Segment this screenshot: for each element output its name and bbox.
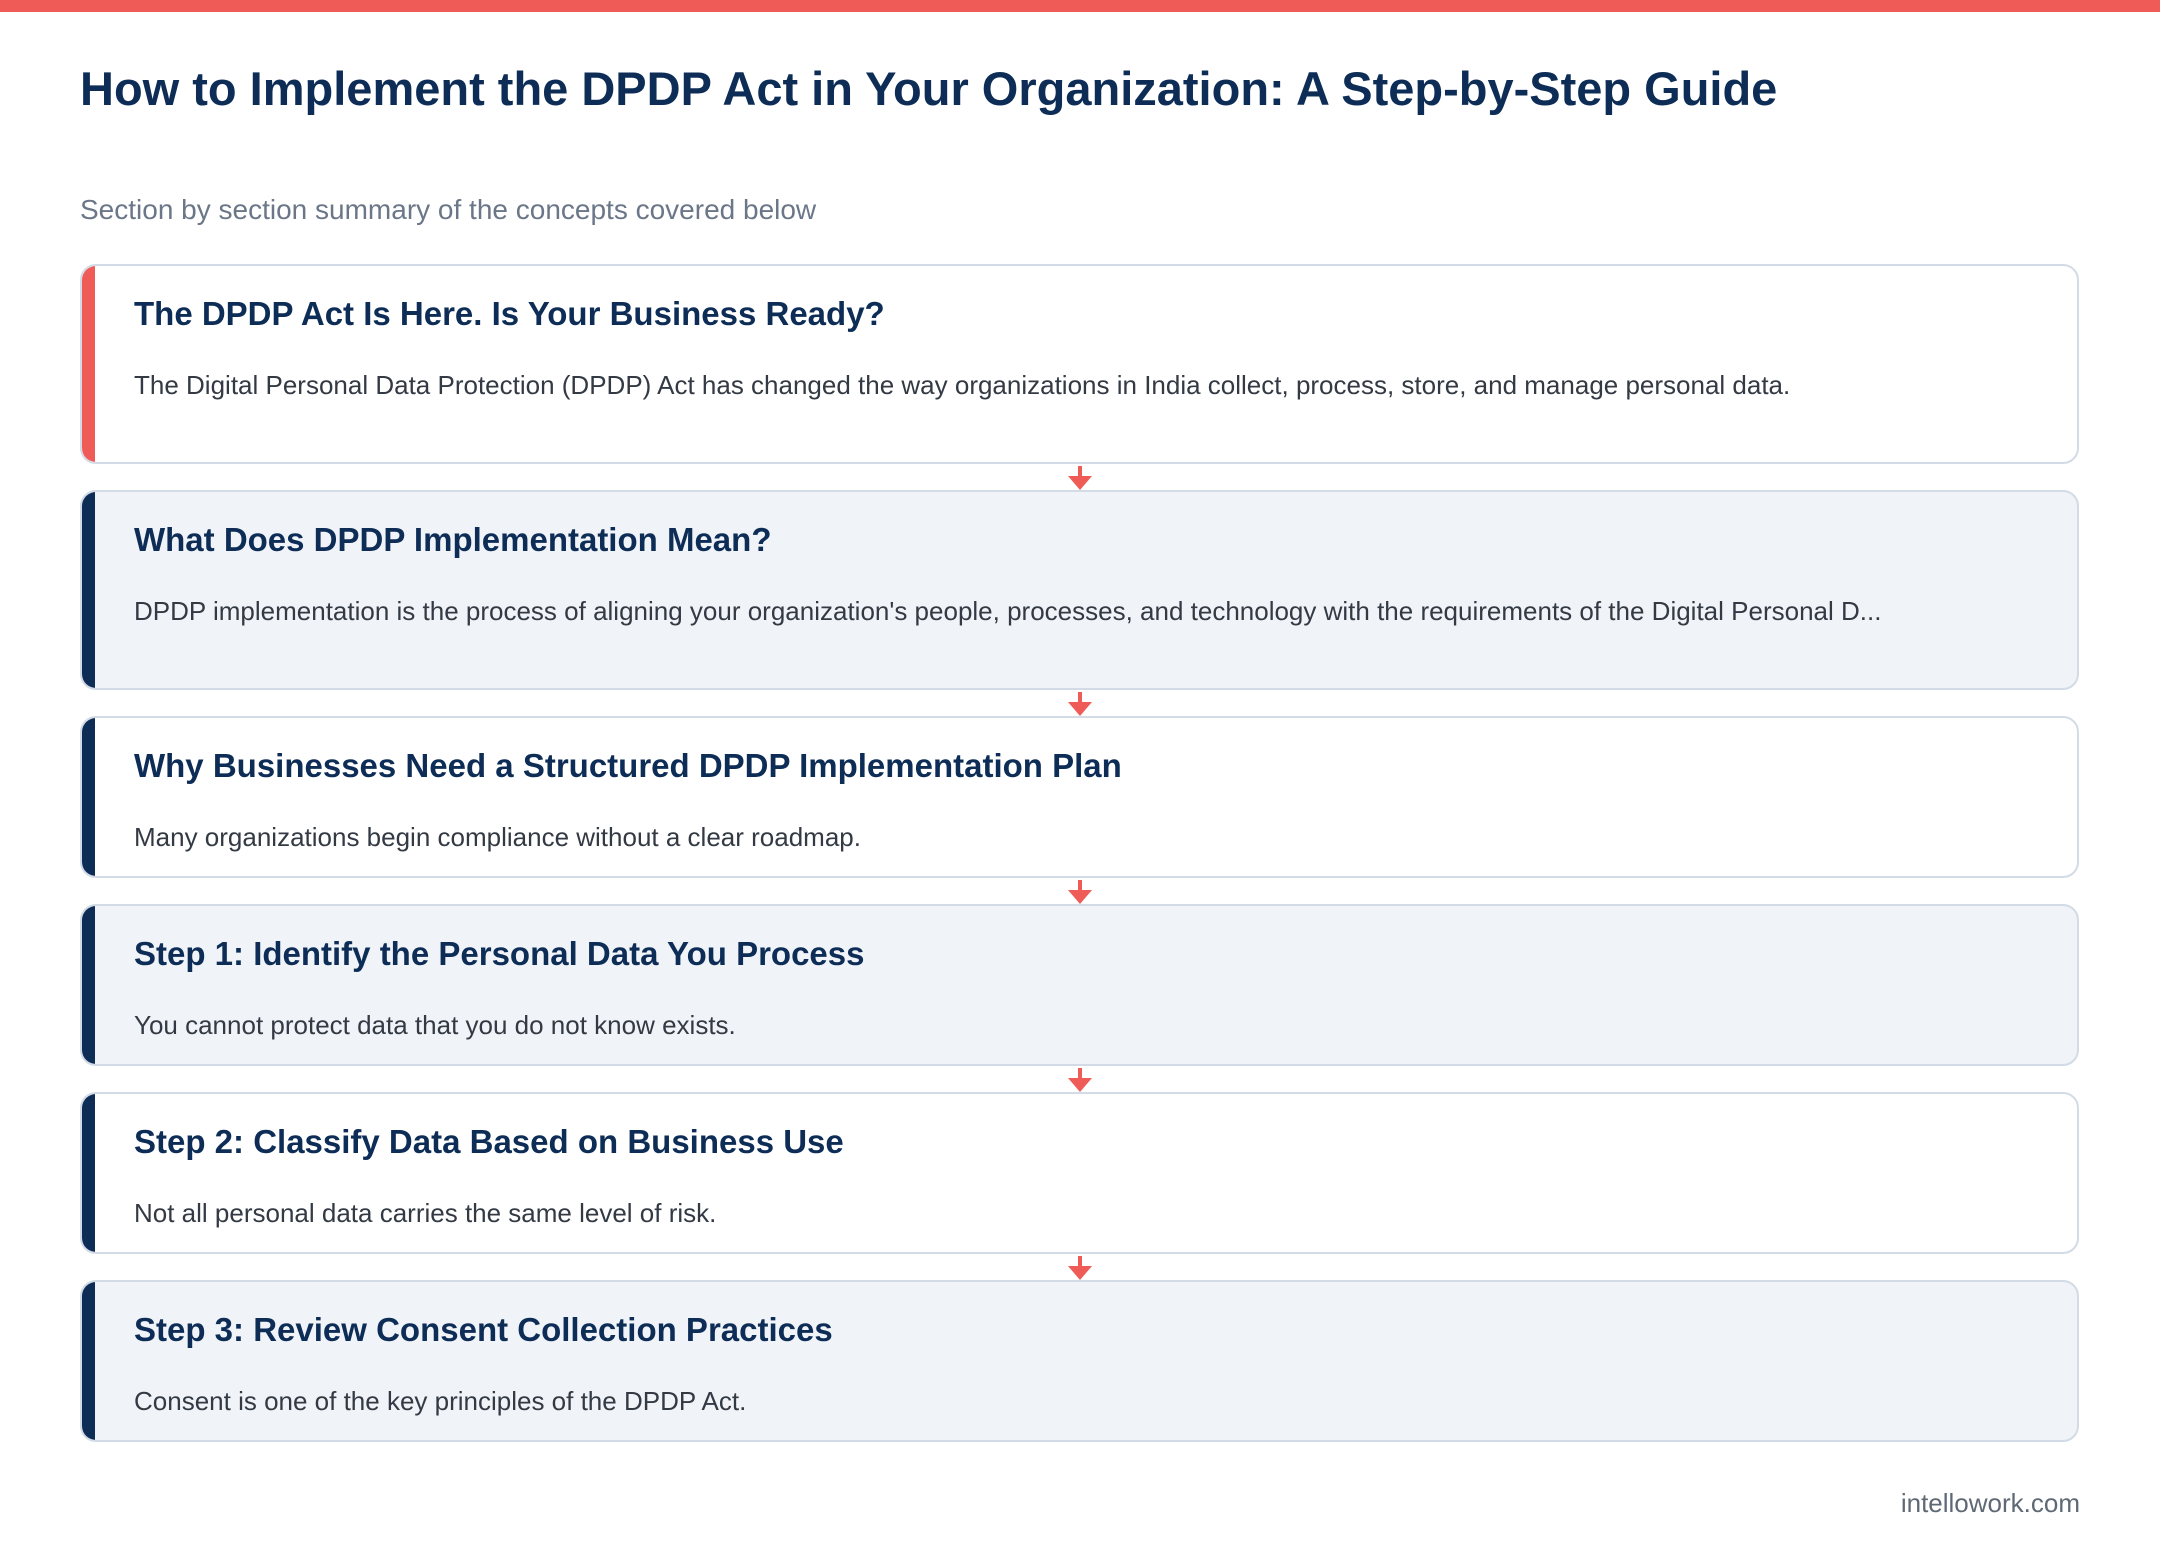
flow-arrow-icon xyxy=(1068,466,1092,490)
step-text: Consent is one of the key principles of … xyxy=(134,1386,747,1416)
step-card: Step 2: Classify Data Based on Business … xyxy=(80,1092,2079,1254)
step-card: Why Businesses Need a Structured DPDP Im… xyxy=(80,716,2079,878)
card-accent-bar xyxy=(82,1282,95,1440)
step-text: Many organizations begin compliance with… xyxy=(134,822,861,852)
card-accent-bar xyxy=(82,1094,95,1252)
step-heading: The DPDP Act Is Here. Is Your Business R… xyxy=(134,295,885,332)
step-card: The DPDP Act Is Here. Is Your Business R… xyxy=(80,264,2079,464)
flow-arrow-icon xyxy=(1068,880,1092,904)
card-accent-bar xyxy=(82,718,95,876)
step-card: Step 1: Identify the Personal Data You P… xyxy=(80,904,2079,1066)
step-heading: Why Businesses Need a Structured DPDP Im… xyxy=(134,747,1122,784)
step-heading: Step 1: Identify the Personal Data You P… xyxy=(134,935,865,972)
page-title: How to Implement the DPDP Act in Your Or… xyxy=(80,62,1778,115)
top-accent-bar xyxy=(0,0,2160,12)
step-card: Step 3: Review Consent Collection Practi… xyxy=(80,1280,2079,1442)
step-heading: Step 2: Classify Data Based on Business … xyxy=(134,1123,844,1160)
flow-arrow-icon xyxy=(1068,1256,1092,1280)
card-accent-bar xyxy=(82,266,95,462)
step-card: What Does DPDP Implementation Mean? DPDP… xyxy=(80,490,2079,690)
card-accent-bar xyxy=(82,906,95,1064)
page-subtitle: Section by section summary of the concep… xyxy=(80,194,817,225)
flow-arrow-icon xyxy=(1068,692,1092,716)
step-text: Not all personal data carries the same l… xyxy=(134,1198,717,1228)
footer-source: intellowork.com xyxy=(1900,1488,2080,1518)
step-heading: Step 3: Review Consent Collection Practi… xyxy=(134,1311,833,1348)
step-text: DPDP implementation is the process of al… xyxy=(134,596,1882,626)
step-text: The Digital Personal Data Protection (DP… xyxy=(134,370,1791,400)
step-heading: What Does DPDP Implementation Mean? xyxy=(134,521,772,558)
card-accent-bar xyxy=(82,492,95,688)
step-text: You cannot protect data that you do not … xyxy=(134,1010,736,1040)
flow-arrow-icon xyxy=(1068,1068,1092,1092)
